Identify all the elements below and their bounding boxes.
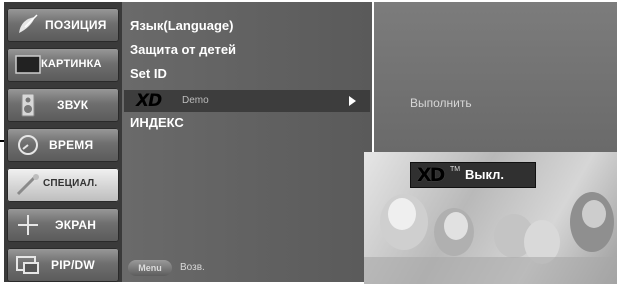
category-label: СПЕЦИАЛ. [43,178,98,189]
category-label: ЭКРАН [55,218,97,232]
xd-logo: XD [136,91,162,111]
submenu-item-child-lock[interactable]: Защита от детей [130,42,236,57]
return-label: Возв. [180,262,205,273]
category-pip[interactable]: PIP/DW [7,248,119,282]
clock-icon [18,135,38,155]
xd-demo-label: Demo [182,95,209,106]
category-sound[interactable]: ЗВУК [7,88,119,122]
category-picture[interactable]: КАРТИНКА [7,48,119,82]
action-panel: Выполнить [374,2,617,152]
submenu-item-xd-demo[interactable]: XD Demo [124,90,370,112]
xd-status-banner: XD TM Выкл. [410,162,536,188]
submenu-item-index[interactable]: ИНДЕКС [130,115,184,130]
category-position[interactable]: ПОЗИЦИЯ [7,8,119,42]
xd-logo: XD [417,164,445,186]
cross-move-icon [18,215,38,235]
speaker-icon [21,93,35,117]
category-label: ЗВУК [57,98,89,112]
category-label: ПОЗИЦИЯ [45,18,107,32]
submenu-item-set-id[interactable]: Set ID [130,66,167,81]
category-special[interactable]: СПЕЦИАЛ. [7,168,119,202]
category-sidebar: ПОЗИЦИЯ КАРТИНКА ЗВУК ВРЕМЯ СПЕЦИАЛ. ЭКР… [4,2,122,282]
category-label: ВРЕМЯ [49,138,94,152]
chevron-right-icon [349,96,356,106]
category-time[interactable]: ВРЕМЯ [7,128,119,162]
submenu-footer: Menu Возв. [124,254,370,280]
menu-key-button[interactable]: Menu [128,260,172,276]
trademark-mark: TM [450,166,461,173]
callout-tick [0,140,4,142]
satellite-dish-icon [19,14,38,33]
xd-state-label: Выкл. [465,167,505,182]
monitor-icon [15,55,41,74]
execute-option[interactable]: Выполнить [410,96,472,110]
demo-preview-image: XD TM Выкл. [364,152,617,284]
category-screen[interactable]: ЭКРАН [7,208,119,242]
submenu-item-language[interactable]: Язык(Language) [130,18,233,33]
category-label: КАРТИНКА [41,58,102,70]
wand-icon [16,174,39,196]
submenu-panel: Язык(Language) Защита от детей Set ID XD… [122,2,372,282]
pip-icon [16,256,39,274]
category-label: PIP/DW [51,258,95,272]
tv-osd-screen: ПОЗИЦИЯ КАРТИНКА ЗВУК ВРЕМЯ СПЕЦИАЛ. ЭКР… [0,0,617,284]
